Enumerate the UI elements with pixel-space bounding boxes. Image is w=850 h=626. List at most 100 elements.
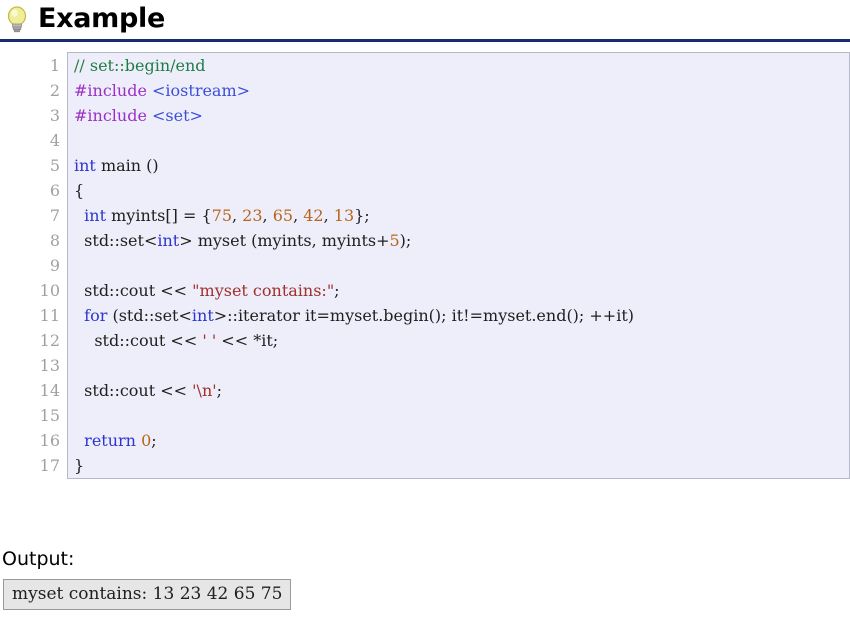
code-token: 5 xyxy=(389,231,400,250)
code-token: 65 xyxy=(272,206,294,225)
code-token: std::cout << xyxy=(74,331,203,350)
code-token: , xyxy=(323,206,334,225)
line-number: 14 xyxy=(28,378,68,403)
code-token: myints[] = { xyxy=(106,206,212,225)
code-token: for xyxy=(84,306,108,325)
lightbulb-icon xyxy=(4,4,30,34)
code-token: #include xyxy=(74,106,153,125)
code-token: , xyxy=(262,206,273,225)
code-line: 10 std::cout << "myset contains:"; xyxy=(28,278,850,303)
code-line: 3 #include <set> xyxy=(28,103,850,128)
code-token: main () xyxy=(95,156,159,175)
code-line-content xyxy=(67,128,850,153)
code-token: 75 xyxy=(211,206,232,225)
code-line-content: std::cout << ' ' << *it; xyxy=(67,328,850,353)
line-number: 17 xyxy=(28,453,68,479)
code-line: 17} xyxy=(28,453,850,479)
code-line: 14 std::cout << '\n'; xyxy=(28,378,850,403)
line-number: 8 xyxy=(28,228,68,253)
line-number: 16 xyxy=(28,428,68,453)
line-number: 13 xyxy=(28,353,68,378)
code-token: << *it; xyxy=(216,331,279,350)
code-line-content: #include <iostream> xyxy=(67,78,850,103)
code-token: std::set< xyxy=(74,231,158,250)
code-line: 9 xyxy=(28,253,850,278)
line-number: 2 xyxy=(28,78,68,103)
code-token: ); xyxy=(399,231,412,250)
page-title: Example xyxy=(38,3,166,34)
code-token: '\n' xyxy=(192,381,217,400)
code-line-content: std::cout << "myset contains:"; xyxy=(67,278,850,303)
code-token: (std::set< xyxy=(107,306,192,325)
code-line: 15 xyxy=(28,403,850,428)
line-number: 1 xyxy=(28,52,68,78)
code-token: , xyxy=(293,206,304,225)
code-token: ; xyxy=(151,431,157,450)
code-line: 5 int main () xyxy=(28,153,850,178)
page-heading: Example xyxy=(0,0,850,34)
code-token: // set::begin/end xyxy=(74,56,206,75)
code-token: int xyxy=(191,306,214,325)
code-token: } xyxy=(74,456,85,475)
code-token: 13 xyxy=(333,206,355,225)
code-line-content xyxy=(67,403,850,428)
code-token: std::cout << xyxy=(74,381,193,400)
line-number: 10 xyxy=(28,278,68,303)
code-token: > myset (myints, myints+ xyxy=(179,231,390,250)
code-token: ' ' xyxy=(202,331,217,350)
code-line-content: std::cout << '\n'; xyxy=(67,378,850,403)
code-token: <set> xyxy=(152,106,203,125)
code-line: 6{ xyxy=(28,178,850,203)
code-line-content: #include <set> xyxy=(67,103,850,128)
line-number: 6 xyxy=(28,178,68,203)
code-line-content: // set::begin/end xyxy=(67,52,850,78)
code-token: #include xyxy=(74,81,153,100)
code-line-content xyxy=(67,353,850,378)
heading-divider xyxy=(0,39,850,42)
code-token: { xyxy=(74,181,85,200)
line-number: 15 xyxy=(28,403,68,428)
code-token: <iostream> xyxy=(152,81,251,100)
code-token: 23 xyxy=(242,206,263,225)
line-number: 3 xyxy=(28,103,68,128)
code-token: return xyxy=(84,431,136,450)
code-line-content: int myints[] = {75, 23, 65, 42, 13}; xyxy=(67,203,850,228)
code-line: 13 xyxy=(28,353,850,378)
code-lines-table: 1// set::begin/end 2 #include <iostream> 3 #… xyxy=(28,52,850,479)
line-number: 7 xyxy=(28,203,68,228)
line-number: 11 xyxy=(28,303,68,328)
code-line-content: int main () xyxy=(67,153,850,178)
output-label: Output: xyxy=(2,548,75,570)
code-token: int xyxy=(84,206,107,225)
code-line-content: return 0; xyxy=(67,428,850,453)
code-token: int xyxy=(74,156,96,175)
code-line-content: for (std::set<int>::iterator it=myset.be… xyxy=(67,303,850,328)
code-token: ; xyxy=(216,381,223,400)
code-token: }; xyxy=(354,206,370,225)
code-block: 1// set::begin/end 2 #include <iostream> 3 #… xyxy=(28,52,850,484)
code-line-content xyxy=(67,253,850,278)
line-number: 4 xyxy=(28,128,68,153)
code-line: 12 std::cout << ' ' << *it; xyxy=(28,328,850,353)
code-token: ; xyxy=(334,281,340,300)
code-token: std::cout << xyxy=(74,281,193,300)
code-token: int xyxy=(157,231,180,250)
code-line-content: } xyxy=(67,453,850,479)
line-number: 5 xyxy=(28,153,68,178)
code-token: >::iterator it=myset.begin(); it!=myset.… xyxy=(213,306,634,325)
code-line: 7 int myints[] = {75, 23, 65, 42, 13}; xyxy=(28,203,850,228)
code-token: "myset contains:" xyxy=(192,281,335,300)
code-line: 16 return 0; xyxy=(28,428,850,453)
code-line: 2 #include <iostream> xyxy=(28,78,850,103)
line-number: 9 xyxy=(28,253,68,278)
code-line: 4 xyxy=(28,128,850,153)
code-line-content: { xyxy=(67,178,850,203)
code-line: 8 std::set<int> myset (myints, myints+5)… xyxy=(28,228,850,253)
output-box: myset contains: 13 23 42 65 75 xyxy=(3,579,292,610)
line-number: 12 xyxy=(28,328,68,353)
code-line: 1 // set::begin/end xyxy=(28,52,850,78)
code-token: 0 xyxy=(141,431,152,450)
